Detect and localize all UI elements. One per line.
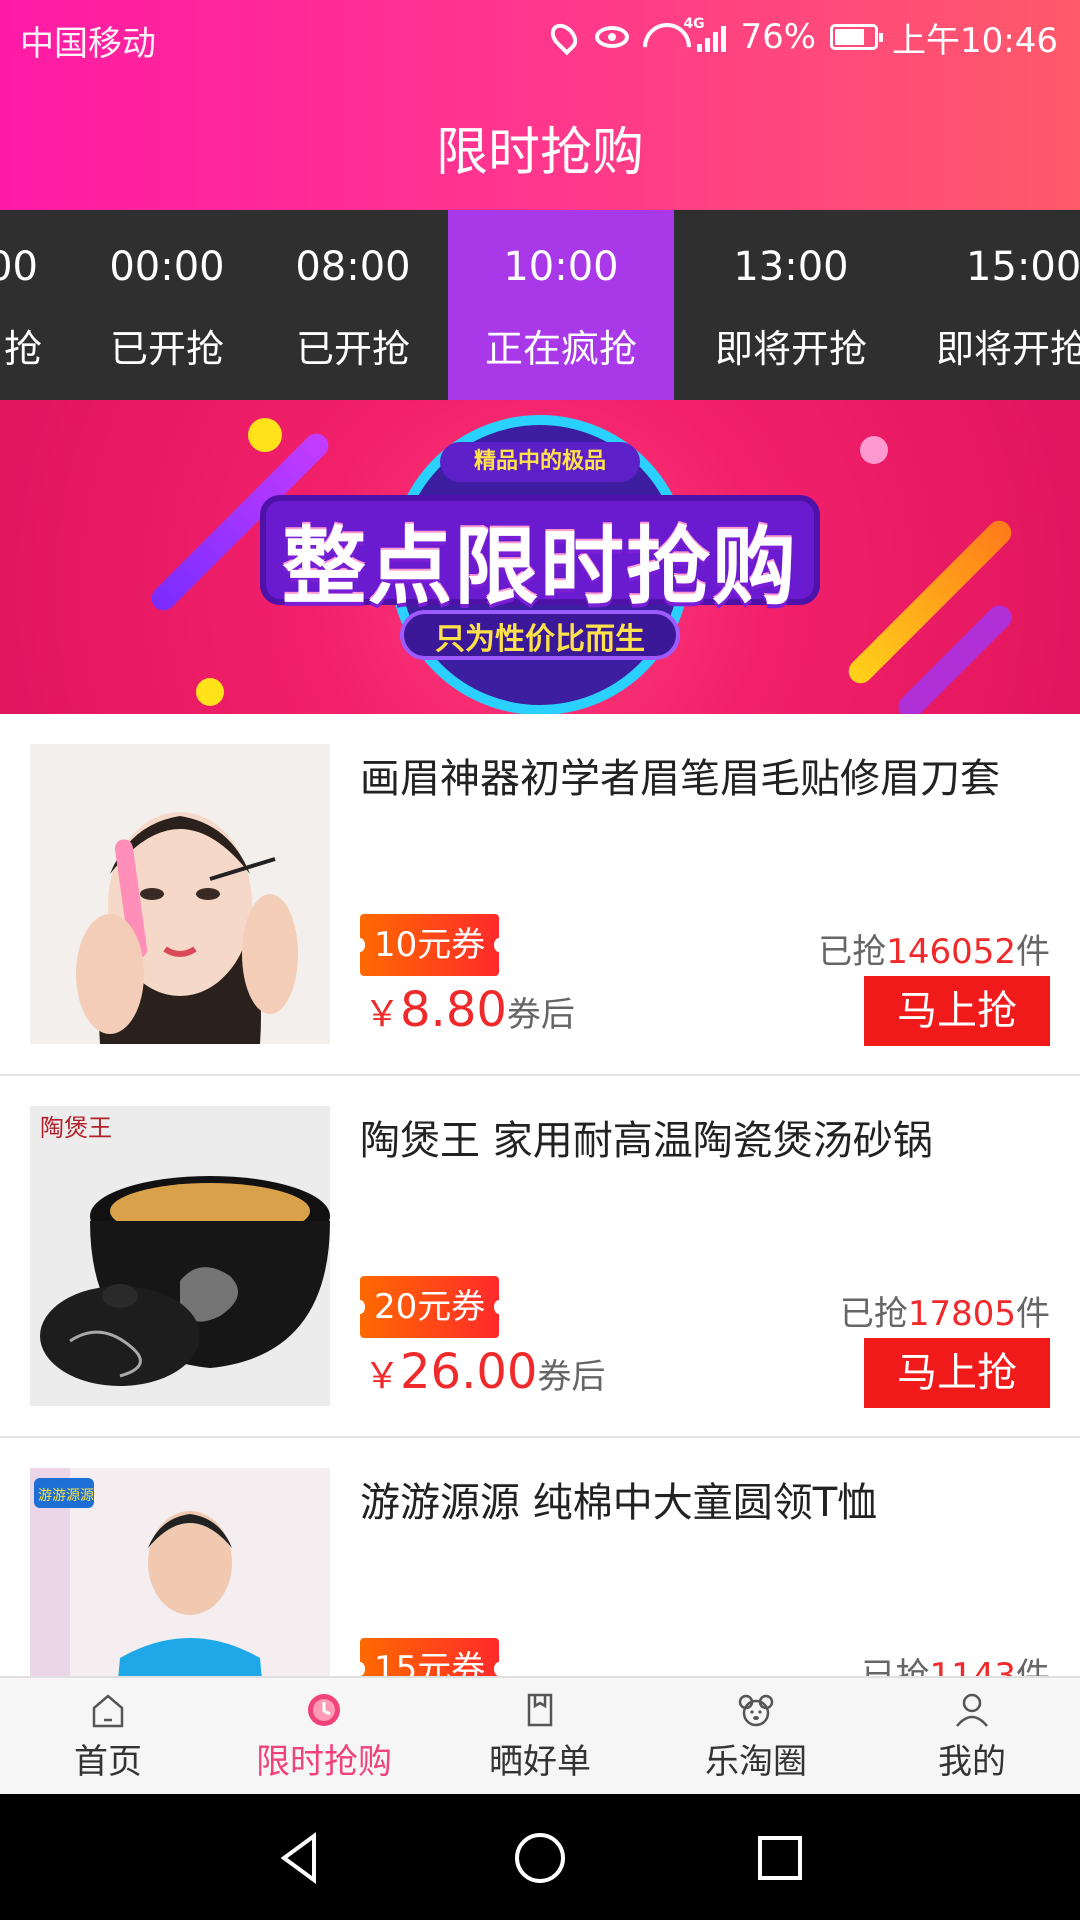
product-image[interactable]: 陶煲王: [30, 1106, 330, 1406]
clock-time: 上午10:46: [892, 20, 1058, 61]
location-icon: [546, 18, 583, 56]
nav-label: 乐淘圈: [705, 1742, 807, 1782]
battery-percent: 76%: [740, 17, 817, 57]
time-slot-tabs: 00 抢 00:00 已开抢 08:00 已开抢 10:00 正在疯抢 13:0…: [0, 210, 1080, 400]
home-circle-icon[interactable]: [510, 1828, 570, 1888]
svg-text:陶煲王: 陶煲王: [40, 1114, 112, 1142]
time-tab[interactable]: 15:00 即将开抢: [920, 210, 1080, 400]
banner-subtitle: 只为性价比而生: [435, 622, 645, 657]
time-tab[interactable]: 08:00 已开抢: [268, 210, 438, 400]
product-title[interactable]: 陶煲王 家用耐高温陶瓷煲汤砂锅: [360, 1108, 933, 1166]
tab-status: 正在疯抢: [484, 327, 637, 371]
bottom-navigation: 首页 限时抢购 晒好单 乐淘圈 我的: [0, 1676, 1080, 1794]
time-tab[interactable]: 00 抢: [0, 210, 52, 400]
product-item[interactable]: 陶煲王 陶煲王 家用耐高温陶瓷煲汤砂锅 20元券 ￥26.00券后 已抢1780…: [0, 1076, 1080, 1438]
nav-label: 首页: [74, 1742, 142, 1782]
price-amount: 26.00: [400, 1344, 538, 1400]
currency-symbol: ￥: [364, 1356, 401, 1397]
coupon-badge: 15元券: [354, 1638, 505, 1676]
wifi-icon: [643, 23, 683, 51]
nav-label: 我的: [938, 1742, 1006, 1782]
tab-status: 抢: [3, 327, 42, 371]
product-title[interactable]: 画眉神器初学者眉笔眉毛贴修眉刀套: [360, 746, 1000, 804]
time-tab[interactable]: 13:00 即将开抢: [696, 210, 886, 400]
user-icon: [956, 1693, 988, 1727]
tab-status: 即将开抢: [936, 327, 1080, 371]
product-title[interactable]: 游游源源 纯棉中大童圆领T恤: [360, 1470, 877, 1528]
page-title: 限时抢购: [435, 123, 644, 183]
tab-time: 10:00: [503, 244, 619, 290]
currency-symbol: ￥: [364, 994, 401, 1035]
product-image[interactable]: [30, 744, 330, 1044]
bookmark-icon: [527, 1693, 553, 1727]
nav-profile[interactable]: 我的: [864, 1678, 1080, 1796]
tab-time: 15:00: [966, 244, 1080, 290]
status-icons: 4G 76% 上午10:46: [546, 12, 1058, 62]
network-type: 4G: [683, 16, 705, 32]
recent-apps-icon[interactable]: [750, 1828, 810, 1888]
banner-title: 整点限时抢购: [281, 518, 798, 616]
product-item[interactable]: 画眉神器初学者眉笔眉毛贴修眉刀套 10元券 ￥8.80券后 已抢146052件 …: [0, 714, 1080, 1076]
time-tab-active[interactable]: 10:00 正在疯抢: [448, 210, 674, 400]
battery-icon: [830, 24, 884, 50]
status-bar: 中国移动 4G 76% 上午10:46: [0, 0, 1080, 74]
back-icon[interactable]: [270, 1828, 330, 1888]
signal-icon: 4G: [683, 16, 727, 52]
clock-icon: [308, 1694, 340, 1726]
tab-time: 00: [0, 244, 38, 290]
price-amount: 8.80: [400, 982, 507, 1038]
tab-time: 08:00: [295, 244, 411, 290]
buy-now-button[interactable]: 马上抢: [864, 976, 1050, 1046]
product-price: ￥26.00券后: [364, 1344, 605, 1400]
nav-label: 限时抢购: [256, 1742, 392, 1782]
price-suffix: 券后: [537, 1357, 606, 1397]
product-price: ￥8.80券后: [364, 982, 575, 1038]
nav-share-orders[interactable]: 晒好单: [432, 1678, 648, 1796]
time-tab[interactable]: 00:00 已开抢: [82, 210, 252, 400]
banner-badge-text: 精品中的极品: [440, 442, 640, 482]
promo-banner[interactable]: 精品中的极品 整点限时抢购 只为性价比而生: [0, 400, 1080, 714]
sold-count: 已抢146052件: [818, 932, 1050, 972]
product-item[interactable]: 游游源源 Nobby Bobby Geoff 游游源源 纯棉中大童圆领T恤 15…: [0, 1438, 1080, 1676]
sold-count: 已抢17805件: [839, 1294, 1050, 1334]
mouse-face-icon: [738, 1694, 774, 1727]
image-brand-logo: 游游源源: [38, 1488, 94, 1504]
tab-status: 即将开抢: [714, 327, 867, 371]
tab-status: 已开抢: [295, 327, 410, 371]
nav-community[interactable]: 乐淘圈: [648, 1678, 864, 1796]
app-header: 中国移动 4G 76% 上午10:46 限时抢购: [0, 0, 1080, 210]
product-image[interactable]: 游游源源 Nobby Bobby Geoff: [30, 1468, 330, 1676]
nav-home[interactable]: 首页: [0, 1678, 216, 1796]
system-navigation-bar: [0, 1794, 1080, 1920]
nav-flash-sale[interactable]: 限时抢购: [216, 1678, 432, 1796]
product-list[interactable]: 画眉神器初学者眉笔眉毛贴修眉刀套 10元券 ￥8.80券后 已抢146052件 …: [0, 714, 1080, 1676]
coupon-badge: 10元券: [354, 914, 505, 976]
tab-status: 已开抢: [109, 327, 224, 371]
sold-count: 已抢1143件: [861, 1656, 1050, 1676]
home-icon: [92, 1694, 124, 1728]
buy-now-button[interactable]: 马上抢: [864, 1338, 1050, 1408]
carrier-name: 中国移动: [20, 24, 156, 64]
tab-time: 13:00: [733, 244, 849, 290]
eye-icon: [595, 26, 630, 48]
tab-time: 00:00: [109, 244, 225, 290]
coupon-badge: 20元券: [354, 1276, 505, 1338]
price-suffix: 券后: [506, 995, 575, 1035]
nav-label: 晒好单: [489, 1742, 591, 1782]
